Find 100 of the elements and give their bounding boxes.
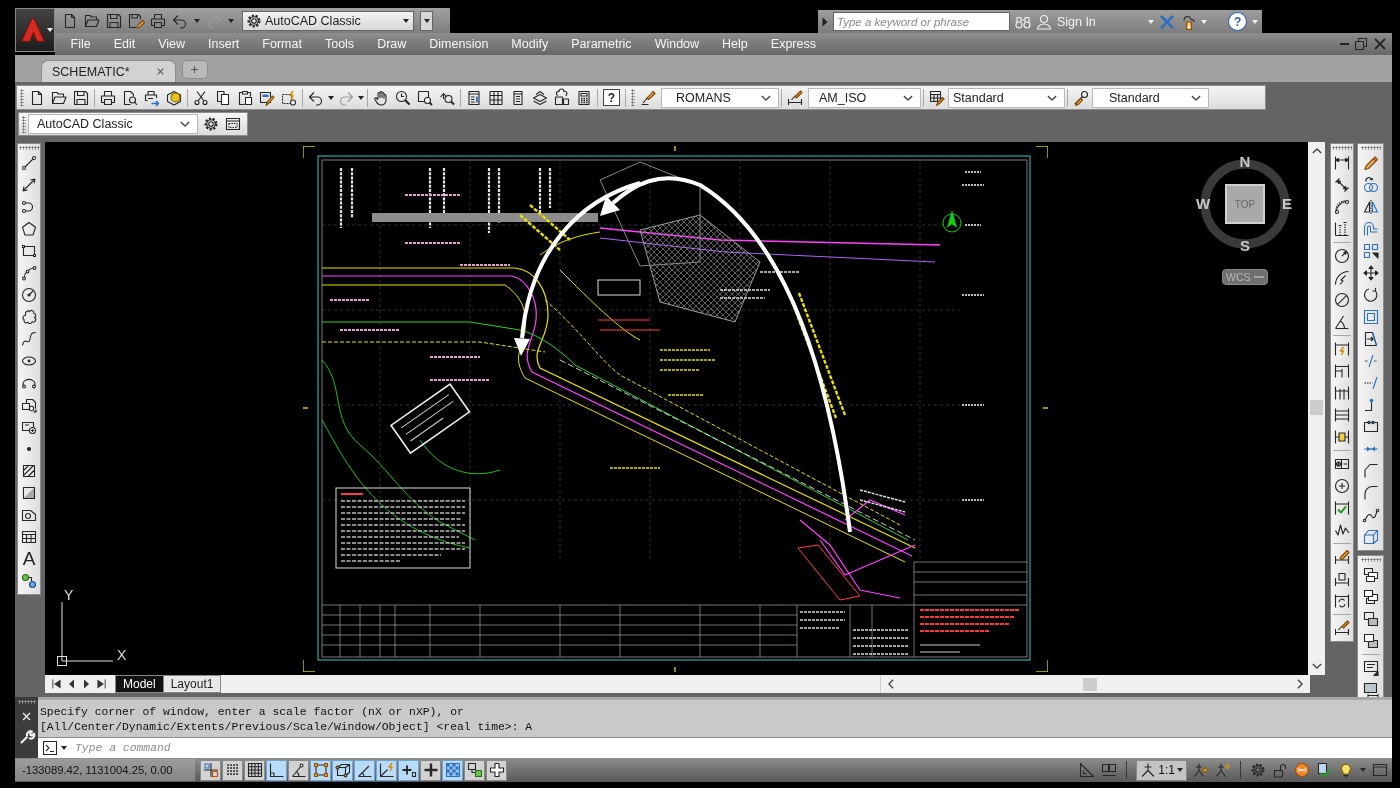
clipboard-icon[interactable] bbox=[237, 89, 253, 106]
light-bulb-icon[interactable] bbox=[1338, 762, 1354, 778]
dashed-window-icon[interactable] bbox=[225, 116, 241, 132]
triangle-right-icon[interactable] bbox=[822, 16, 828, 27]
app-menu-button[interactable] bbox=[15, 8, 55, 52]
circle-icon[interactable] bbox=[21, 287, 37, 303]
baseline-dimension-icon[interactable] bbox=[1334, 363, 1350, 379]
customize-button[interactable] bbox=[420, 10, 433, 31]
chevron-down-icon[interactable] bbox=[1047, 94, 1057, 101]
help-button[interactable]: ? bbox=[603, 89, 620, 106]
caret-icon[interactable] bbox=[328, 95, 334, 100]
aligned-dimension-icon[interactable] bbox=[1334, 177, 1350, 193]
toolbar-grip[interactable] bbox=[1360, 558, 1381, 562]
folder-icon[interactable] bbox=[51, 89, 67, 106]
compass-label[interactable]: W bbox=[1195, 196, 1211, 212]
dimension-brush-icon[interactable] bbox=[787, 89, 803, 106]
caret-icon[interactable] bbox=[46, 28, 53, 32]
chevron-down-icon[interactable] bbox=[1191, 94, 1201, 101]
blank-page-icon[interactable] bbox=[62, 12, 78, 29]
menu-item[interactable]: Modify bbox=[499, 37, 560, 51]
dimension-box-icon[interactable] bbox=[1334, 429, 1350, 445]
wavy-curve-icon[interactable] bbox=[1362, 507, 1379, 523]
skip-forward-icon[interactable] bbox=[97, 679, 106, 689]
workspace-dropdown[interactable]: AutoCAD Classic bbox=[242, 10, 414, 31]
page-shapes-icon[interactable] bbox=[21, 397, 37, 413]
scissors-icon[interactable] bbox=[193, 89, 209, 106]
horizontal-scrollbar[interactable] bbox=[880, 675, 1310, 693]
arc-icon[interactable] bbox=[21, 265, 37, 281]
cloud-sheets-icon[interactable] bbox=[554, 89, 570, 106]
scroll-thumb[interactable] bbox=[1083, 677, 1097, 691]
ball-icon[interactable] bbox=[1294, 762, 1310, 778]
command-field[interactable]: Type a command bbox=[71, 738, 1392, 758]
rectangle-circle-icon[interactable] bbox=[21, 419, 37, 435]
magnifier-square-icon[interactable] bbox=[417, 89, 433, 106]
rectangle-icon[interactable] bbox=[21, 243, 37, 259]
menu-item[interactable]: Edit bbox=[102, 37, 147, 51]
padlock-icon[interactable] bbox=[1272, 762, 1288, 778]
toolbar-grip[interactable] bbox=[1360, 146, 1381, 150]
chevron-left-icon[interactable] bbox=[888, 679, 894, 689]
ellipse-icon[interactable] bbox=[21, 353, 37, 369]
squares-front-icon[interactable] bbox=[1362, 567, 1379, 583]
cube-icon[interactable] bbox=[1362, 529, 1379, 545]
undo-arrow-icon[interactable] bbox=[308, 89, 324, 106]
skip-back-icon[interactable] bbox=[52, 679, 61, 689]
minimize-icon[interactable] bbox=[1339, 42, 1350, 46]
scroll-thumb[interactable] bbox=[1310, 400, 1323, 415]
two-circles-arrow-icon[interactable] bbox=[21, 573, 37, 589]
triangle-right-icon[interactable] bbox=[82, 679, 91, 689]
box-arrow-down-icon[interactable] bbox=[1180, 13, 1197, 30]
layout-tab[interactable]: Model bbox=[115, 675, 164, 693]
line-icon[interactable] bbox=[21, 155, 37, 171]
tolerance-frame-icon[interactable] bbox=[1334, 456, 1350, 472]
compass-label[interactable]: N bbox=[1239, 154, 1251, 170]
copy-circles-icon[interactable] bbox=[1362, 177, 1379, 193]
menu-item[interactable]: View bbox=[146, 37, 197, 51]
blank-page-icon[interactable] bbox=[29, 89, 45, 106]
squares-back-icon[interactable] bbox=[1362, 589, 1379, 605]
drawing-viewport[interactable]: N W TOP E S WCS Y X bbox=[45, 142, 1308, 675]
two-panels-icon[interactable] bbox=[1101, 762, 1118, 778]
slash-dashes-icon[interactable] bbox=[1362, 353, 1379, 369]
dashes-slash-icon[interactable] bbox=[1362, 375, 1379, 391]
plus-icon[interactable] bbox=[190, 65, 200, 74]
toolbar-grip[interactable] bbox=[19, 146, 39, 150]
pencil-eraser-icon[interactable] bbox=[1362, 155, 1379, 171]
squares-shaded-back-icon[interactable] bbox=[1362, 633, 1379, 649]
terminal-icon[interactable] bbox=[42, 740, 58, 756]
dimension-label-icon[interactable] bbox=[1334, 571, 1350, 587]
table-style-dropdown[interactable]: Standard bbox=[948, 87, 1065, 108]
shaded-square-icon[interactable] bbox=[21, 485, 37, 501]
circle-diameter-icon[interactable] bbox=[1334, 292, 1350, 308]
toolbar-grip[interactable] bbox=[1332, 146, 1352, 150]
caret-icon[interactable] bbox=[358, 95, 364, 100]
caret-icon[interactable] bbox=[403, 18, 409, 23]
undo-arrow-icon[interactable] bbox=[172, 12, 188, 29]
chevron-down-icon[interactable] bbox=[761, 94, 771, 101]
leader-brush-icon[interactable] bbox=[1073, 89, 1089, 106]
caret-icon[interactable] bbox=[423, 18, 430, 23]
caret-icon[interactable] bbox=[1177, 768, 1183, 772]
double-arc-icon[interactable] bbox=[1334, 199, 1350, 215]
menu-item[interactable]: Tools bbox=[313, 37, 366, 51]
restore-icon[interactable] bbox=[1353, 36, 1369, 52]
list-panel-icon[interactable] bbox=[466, 89, 482, 106]
dimension-spacing-icon[interactable] bbox=[1334, 407, 1350, 423]
pentagon-icon[interactable] bbox=[21, 221, 37, 237]
compass-label[interactable]: E bbox=[1282, 196, 1292, 212]
menu-item[interactable]: Express bbox=[759, 37, 828, 51]
toolbar-grip[interactable] bbox=[17, 700, 36, 704]
box-lines-icon[interactable] bbox=[1362, 660, 1379, 676]
printer-icon[interactable] bbox=[150, 12, 166, 29]
figure-sparkle-icon[interactable] bbox=[1193, 762, 1209, 778]
layout-tab[interactable]: Layout1 bbox=[162, 675, 222, 693]
person-icon[interactable] bbox=[1035, 13, 1052, 30]
chevron-down-icon[interactable] bbox=[903, 94, 913, 101]
layered-sheets-icon[interactable] bbox=[532, 89, 548, 106]
annotation-scale-button[interactable]: 1:1 bbox=[1136, 759, 1187, 781]
menu-item[interactable]: Insert bbox=[196, 37, 251, 51]
scale-squares-icon[interactable] bbox=[1362, 309, 1379, 325]
drafting-triangle-icon[interactable] bbox=[1079, 762, 1096, 778]
broken-rectangle-icon[interactable] bbox=[1362, 419, 1379, 435]
figure-plus-icon[interactable] bbox=[1215, 762, 1231, 778]
